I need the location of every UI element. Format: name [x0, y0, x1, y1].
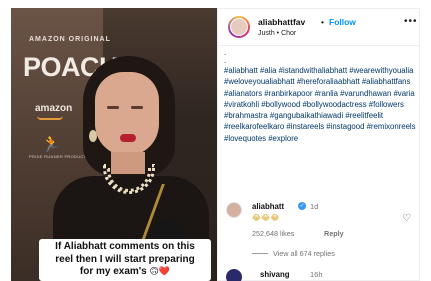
person-face	[95, 72, 159, 156]
comment-avatar[interactable]	[226, 202, 242, 218]
backdrop-amazon-logo: amazon	[35, 103, 73, 114]
avatar-image	[230, 18, 248, 36]
audio-subtitle[interactable]: Justh • Chor	[258, 30, 296, 37]
comment-author-handle[interactable]: shivang	[260, 270, 289, 279]
runner-logo-icon: 🏃	[41, 136, 61, 153]
separator-dot: •	[321, 17, 324, 27]
backdrop-brand-top: AMAZON ORIGINAL	[29, 36, 111, 43]
post-panel: aliabhattfav • Follow Justh • Chor ••• .…	[217, 8, 420, 281]
amazon-smile-icon	[37, 116, 63, 120]
verified-badge-icon: ✓	[298, 202, 306, 210]
hashtag-list[interactable]: #aliabhatt #alia #istandwithaliabhatt #w…	[224, 66, 416, 143]
follow-button[interactable]: Follow	[329, 17, 356, 27]
reel-video[interactable]: AMAZON ORIGINAL POACH amazon 🏃 PRIDE RUN…	[11, 8, 217, 281]
comment-text: 😂😂😂	[252, 213, 280, 222]
caption-line: reel then I will start preparing	[55, 253, 195, 265]
post-header: aliabhattfav • Follow Justh • Chor •••	[218, 9, 419, 46]
person-eye	[131, 106, 143, 109]
author-handle[interactable]: aliabhattfav	[258, 17, 305, 27]
person-lips	[120, 134, 136, 142]
video-caption: If Aliabhatt comments on this reel then …	[39, 239, 211, 281]
caption-line-text: for my exam's	[79, 266, 147, 277]
comment-likes[interactable]: 252,648 likes	[252, 229, 294, 238]
post-caption: . . #aliabhatt #alia #istandwithaliabhat…	[224, 49, 416, 144]
replies-divider	[252, 253, 268, 254]
caption-line: for my exam's 🙃❤️	[43, 266, 207, 279]
caption-emoji: 🙃❤️	[149, 267, 171, 277]
view-replies-link[interactable]: View all 674 replies	[273, 249, 335, 258]
comment-author-handle[interactable]: aliabhatt	[252, 202, 284, 211]
comment-time: 1d	[310, 202, 319, 211]
reply-button[interactable]: Reply	[324, 229, 344, 238]
person-earring	[89, 130, 97, 142]
more-options-icon[interactable]: •••	[404, 16, 418, 27]
caption-dot: .	[224, 56, 227, 65]
person-eye	[107, 106, 119, 109]
like-comment-heart-icon[interactable]: ♡	[402, 213, 411, 224]
comment-avatar[interactable]	[226, 269, 242, 281]
comment-time: 16h	[310, 270, 323, 279]
profile-avatar[interactable]	[228, 16, 250, 38]
caption-line: If Aliabhatt comments on this	[55, 241, 195, 252]
caption-dot: .	[224, 48, 227, 57]
